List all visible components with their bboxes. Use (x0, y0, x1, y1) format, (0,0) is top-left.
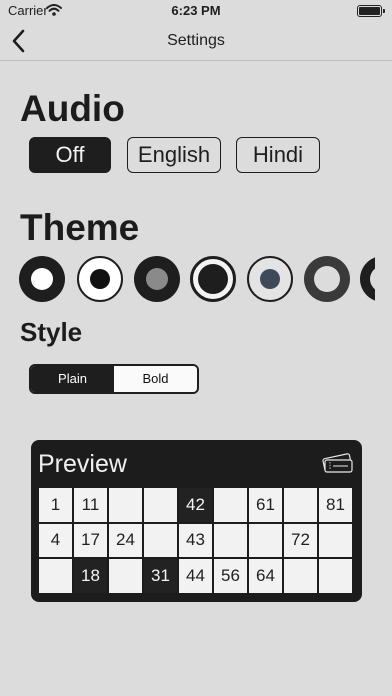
theme-option-5[interactable] (247, 256, 293, 302)
ticket-cell-empty (249, 523, 282, 558)
ticket-cell: 72 (284, 523, 317, 558)
ticket-cell: 61 (249, 488, 282, 522)
ticket-cell: 4 (39, 523, 72, 558)
ticket-cell-empty (214, 523, 247, 558)
audio-heading: Audio (20, 88, 125, 129)
ticket-cell: 17 (74, 523, 107, 558)
style-heading: Style (20, 317, 83, 347)
clock: 6:23 PM (171, 3, 221, 18)
ticket-cell-empty (144, 488, 177, 522)
ticket-cell: 24 (109, 523, 142, 558)
theme-swatch (198, 264, 228, 294)
style-bold-segment[interactable]: Bold (114, 366, 197, 392)
theme-heading: Theme (20, 207, 140, 248)
audio-hindi-button[interactable]: Hindi (236, 137, 320, 173)
theme-option-3[interactable] (134, 256, 180, 302)
preview-card: Preview 1 11 42 61 81 4 17 24 43 72 18 31 44 56 64 (31, 440, 362, 602)
theme-swatch (260, 269, 280, 289)
ticket-cell: 44 (179, 559, 212, 593)
ticket-cell: 31 (144, 559, 177, 593)
ticket-cell-empty (214, 488, 247, 522)
ticket-cell: 11 (74, 488, 107, 522)
ticket-cell-empty (284, 559, 317, 593)
preview-title: Preview (38, 450, 127, 478)
ticket-cell: 81 (319, 488, 352, 522)
ticket-cell: 56 (214, 559, 247, 593)
theme-swatch (31, 268, 53, 290)
page-title: Settings (167, 32, 225, 49)
ticket-cell-empty (319, 559, 352, 593)
ticket-cell-empty (144, 523, 177, 558)
theme-option-6[interactable] (304, 256, 350, 302)
style-segmented-control: Plain Bold (29, 364, 199, 394)
ticket-cell-empty (284, 488, 317, 522)
nav-divider (0, 60, 392, 61)
ticket-cell: 1 (39, 488, 72, 522)
ticket-cell: 43 (179, 523, 212, 558)
theme-swatch (146, 268, 168, 290)
battery-icon (357, 5, 385, 17)
ticket-cell-empty (109, 488, 142, 522)
audio-off-button[interactable]: Off (29, 137, 111, 173)
theme-option-7[interactable] (360, 256, 375, 302)
audio-english-button[interactable]: English (127, 137, 221, 173)
theme-swatch (370, 266, 375, 292)
nav-bar: Settings (0, 22, 392, 60)
theme-option-4[interactable] (190, 256, 236, 302)
ticket-cell: 18 (74, 559, 107, 593)
ticket-cell: 42 (179, 488, 212, 522)
ticket-icon (322, 453, 353, 473)
ticket-cell: 64 (249, 559, 282, 593)
ticket-cell-empty (319, 523, 352, 558)
theme-picker (19, 256, 375, 304)
style-plain-segment[interactable]: Plain (31, 366, 114, 392)
ticket-grid: 1 11 42 61 81 4 17 24 43 72 18 31 44 56 64 (39, 488, 352, 593)
status-bar: Carrier 6:23 PM (0, 0, 392, 22)
ticket-cell-empty (109, 559, 142, 593)
ticket-cell-empty (39, 559, 72, 593)
theme-swatch (90, 269, 110, 289)
theme-option-2[interactable] (77, 256, 123, 302)
theme-option-1[interactable] (19, 256, 65, 302)
theme-swatch (314, 266, 340, 292)
